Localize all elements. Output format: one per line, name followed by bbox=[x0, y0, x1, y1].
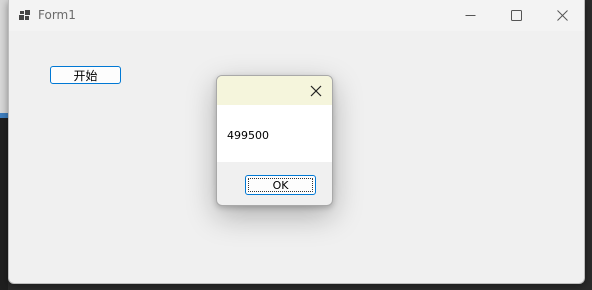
close-icon bbox=[310, 85, 322, 96]
desktop-dark-area bbox=[0, 118, 8, 290]
dialog-close-button[interactable] bbox=[300, 76, 332, 105]
window-title: Form1 bbox=[38, 8, 76, 22]
dialog-message: 499500 bbox=[227, 129, 269, 142]
dialog-body: 499500 bbox=[217, 105, 332, 162]
minimize-button[interactable] bbox=[447, 0, 493, 31]
ok-button[interactable]: OK bbox=[245, 175, 316, 195]
close-button[interactable] bbox=[539, 0, 585, 31]
message-box-dialog: 499500 OK bbox=[216, 75, 333, 206]
screen: Form1 开始 499500 OK bbox=[0, 0, 592, 290]
maximize-button[interactable] bbox=[493, 0, 539, 31]
app-icon bbox=[19, 10, 30, 20]
window-titlebar[interactable]: Form1 bbox=[9, 0, 584, 31]
ok-button-label: OK bbox=[272, 178, 289, 192]
close-icon bbox=[556, 10, 568, 21]
maximize-icon bbox=[510, 10, 522, 21]
start-button[interactable]: 开始 bbox=[50, 66, 121, 84]
minimize-icon bbox=[465, 15, 475, 16]
dialog-titlebar[interactable] bbox=[217, 76, 332, 105]
